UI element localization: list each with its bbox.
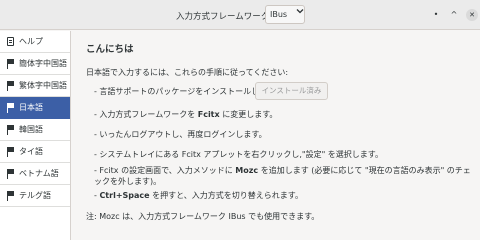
maximize-button[interactable]: ^	[448, 9, 460, 21]
flag-icon	[6, 169, 16, 179]
step-add-mozc: - Fcitx の設定画面で、入力メソッドに Mozc を追加します (必要に応…	[94, 165, 478, 187]
chevron-down-icon	[296, 7, 304, 17]
install-button[interactable]: インストール済み	[255, 82, 328, 100]
sidebar-item-label: 簡体字中国語	[19, 59, 67, 68]
page-title: こんにちは	[86, 44, 134, 55]
sidebar-item-simplified-chinese[interactable]: 簡体字中国語	[0, 53, 70, 75]
flag-icon	[6, 81, 16, 91]
framework-label: 入力方式フレームワーク:	[176, 12, 273, 22]
step-install-packages: - 言語サポートのパッケージをインストールします:	[94, 87, 278, 96]
intro-text: 日本語で入力するには、これらの手順に従ってください:	[86, 68, 289, 77]
sidebar-item-label: テルグ語	[19, 191, 51, 200]
close-button[interactable]: ✕	[466, 9, 478, 21]
step-text: を押すと、入力方式を切り替えられます。	[149, 191, 303, 200]
sidebar-item-label: ヘルプ	[19, 37, 43, 46]
flag-icon	[6, 191, 16, 201]
minimize-button[interactable]: •	[430, 9, 442, 21]
sidebar-item-label: タイ語	[19, 147, 43, 156]
shortcut-bold: Ctrl+Space	[99, 191, 150, 200]
sidebar-item-label: 日本語	[19, 103, 43, 112]
framework-select[interactable]: IBus	[265, 5, 305, 24]
flag-icon	[6, 59, 16, 69]
help-document-icon	[6, 37, 16, 47]
mozc-bold: Mozc	[235, 166, 259, 175]
help-content: こんにちは 日本語で入力するには、これらの手順に従ってください: - 言語サポー…	[72, 31, 480, 240]
step-switch-shortcut: - Ctrl+Space を押すと、入力方式を切り替えられます。	[94, 190, 303, 201]
framework-select-value: IBus	[270, 10, 288, 19]
step-change-framework: - 入力方式フレームワークを Fcitx に変更します。	[94, 109, 277, 120]
sidebar-item-vietnamese[interactable]: ベトナム語	[0, 163, 70, 185]
sidebar-item-thai[interactable]: タイ語	[0, 141, 70, 163]
flag-icon	[6, 103, 16, 113]
flag-icon	[6, 125, 16, 135]
step-text: - 入力方式フレームワークを	[94, 110, 198, 119]
flag-icon	[6, 147, 16, 157]
fcitx-bold: Fcitx	[197, 110, 220, 119]
sidebar-item-help[interactable]: ヘルプ	[0, 31, 70, 53]
step-text: - Fcitx の設定画面で、入力メソッドに	[94, 166, 236, 175]
header-bar: 入力方式フレームワーク: IBus • ^ ✕	[0, 0, 480, 30]
footnote: 注: Mozc は、入力方式フレームワーク IBus でも使用できます。	[86, 212, 320, 221]
step-text: に変更します。	[219, 110, 278, 119]
step-tray-settings: - システムトレイにある Fcitx アプレットを右クリックし,"設定" を選択…	[94, 150, 384, 159]
sidebar-item-korean[interactable]: 韓国語	[0, 119, 70, 141]
sidebar-item-label: 繁体字中国語	[19, 81, 67, 90]
sidebar-item-label: ベトナム語	[19, 169, 59, 178]
sidebar: ヘルプ 簡体字中国語 繁体字中国語 日本語 韓国語 タイ語 ベトナム語 テルグ語	[0, 31, 71, 240]
sidebar-item-japanese[interactable]: 日本語	[0, 97, 70, 119]
sidebar-item-telugu[interactable]: テルグ語	[0, 185, 70, 207]
step-relogin: - いったんログアウトし、再度ログインします。	[94, 130, 267, 139]
sidebar-item-label: 韓国語	[19, 125, 43, 134]
sidebar-item-traditional-chinese[interactable]: 繁体字中国語	[0, 75, 70, 97]
